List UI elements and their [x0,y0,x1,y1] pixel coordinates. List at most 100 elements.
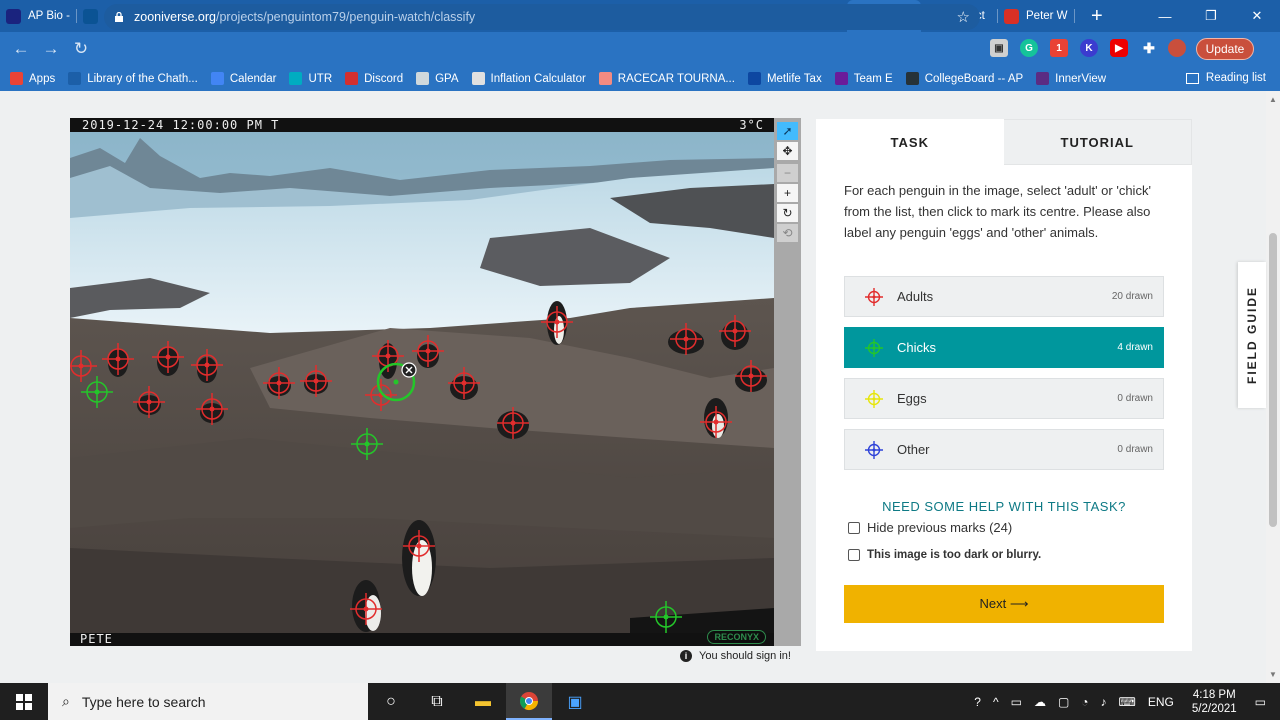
field-guide-tab[interactable]: FIELD GUIDE [1238,262,1266,408]
wifi-icon[interactable]: ◔ [1081,695,1088,709]
bookmark-item[interactable]: InnerView [1036,72,1106,85]
camera-info-strip: 2019-12-24 12:00:00 PM T 3°C [70,118,774,132]
scroll-down-icon[interactable]: ▼ [1269,670,1277,679]
tool-option-adults[interactable]: Adults 20 drawn [844,276,1164,317]
checkbox-box[interactable] [848,549,860,561]
bookmark-item[interactable]: Team E [834,72,893,85]
scroll-up-icon[interactable]: ▲ [1269,95,1277,104]
page-scrollbar[interactable]: ▲ ▼ [1266,91,1280,683]
reset-icon[interactable]: ⟲ [777,224,798,242]
task-panel: TASK TUTORIAL For each penguin in the im… [816,119,1192,651]
close-icon[interactable]: ✕ [1234,0,1280,32]
keyboard-icon[interactable]: ⌨ [1119,695,1136,709]
taskbar-search-input[interactable]: ⌕ Type here to search [48,683,368,720]
zoom-out-icon[interactable]: − [777,164,798,182]
bookmark-star-icon[interactable]: ☆ [957,8,970,26]
bookmark-item[interactable]: Discord [345,72,403,85]
tool-label: Eggs [897,391,927,406]
subject-image[interactable]: 2019-12-24 12:00:00 PM T 3°C PETE RECONY… [70,118,774,646]
windows-start-icon[interactable] [0,683,48,720]
clock-time: 4:18 PM [1192,688,1236,701]
reload-icon[interactable]: ↻ [66,39,96,59]
crosshair-icon [865,389,883,408]
tool-option-other[interactable]: Other 0 drawn [844,429,1164,470]
tab-task[interactable]: TASK [816,119,1004,165]
checkbox-box[interactable] [848,521,860,534]
zoom-in-icon[interactable]: + [777,184,798,202]
bookmark-item[interactable]: RACECAR TOURNA... [598,72,735,85]
task-view-icon[interactable]: ⧉ [414,683,460,720]
bookmark-item[interactable]: Library of the Chath... [68,72,198,85]
bookmark-favicon-icon [834,72,848,85]
url-path: /projects/penguintom79/penguin-watch/cla… [216,10,476,24]
pointer-tool-icon[interactable]: ➚ [777,122,798,140]
bookmark-item[interactable]: Metlife Tax [747,72,822,85]
help-icon[interactable]: ? [974,695,981,709]
tool-count: 4 drawn [1117,342,1153,353]
penguin-colony-photo[interactable] [70,118,774,646]
delete-mark-icon[interactable] [401,362,417,378]
youtube-icon[interactable]: ▶ [1110,39,1128,57]
scrollbar-thumb[interactable] [1269,233,1277,527]
tab-tutorial[interactable]: TUTORIAL [1003,119,1192,165]
bookmark-item[interactable]: GPA [416,72,459,85]
tab-label: Peter W [1026,10,1068,22]
display-icon[interactable]: ▢ [1058,695,1069,709]
profile-avatar[interactable] [1168,39,1186,57]
cloud-icon[interactable]: ☁ [1034,695,1046,709]
image-tools: ➚ ✥ − + ↻ ⟲ [774,118,801,646]
k-extension-icon[interactable]: K [1080,39,1098,57]
paw-icon [6,8,21,24]
bookmark-favicon-icon [1036,72,1050,85]
minimize-icon[interactable]: — [1142,0,1188,32]
grammarly-icon[interactable]: G [1020,39,1038,57]
extensions-icon[interactable]: ✚ [1140,39,1158,57]
sign-in-text: You should sign in! [699,650,791,662]
maximize-icon[interactable]: ❐ [1188,0,1234,32]
next-button[interactable]: Next ⟶ [844,585,1164,623]
extension-puzzle-icon[interactable]: ▣ [990,39,1008,57]
reading-list-button[interactable]: Reading list [1185,72,1266,84]
tool-option-eggs[interactable]: Eggs 0 drawn [844,378,1164,419]
extension-badge-icon[interactable]: 1 [1050,39,1068,57]
move-tool-icon[interactable]: ✥ [777,142,798,160]
bookmark-favicon-icon [905,72,919,85]
address-bar[interactable]: zooniverse.org/projects/penguintom79/pen… [104,4,980,30]
language-indicator[interactable]: ENG [1148,695,1174,709]
bookmark-label: Calendar [229,72,277,85]
new-tab-icon[interactable]: + [1091,5,1103,28]
battery-icon[interactable]: ▭ [1011,695,1022,709]
bookmark-item[interactable]: Calendar [210,72,277,85]
update-button[interactable]: Update [1196,38,1254,60]
hide-marks-checkbox[interactable]: Hide previous marks (24) [848,520,1012,535]
reading-list-label: Reading list [1205,72,1266,84]
volume-icon[interactable]: ♪ [1101,695,1107,709]
notifications-icon[interactable]: ▭ [1255,695,1266,709]
bookmark-favicon-icon [416,72,430,85]
bookmark-label: UTR [308,72,333,85]
system-tray: ? ^ ▭ ☁ ▢ ◔ ♪ ⌨ ENG 4:18 PM 5/2/2021 ▭ [968,683,1280,720]
lock-icon [115,12,123,22]
chrome-icon[interactable] [506,683,552,720]
need-help-link[interactable]: NEED SOME HELP WITH THIS TASK? [844,499,1164,514]
taskbar-clock[interactable]: 4:18 PM 5/2/2021 [1192,688,1237,716]
back-arrow-icon[interactable]: ← [6,39,36,59]
browser-tab[interactable]: Peter W [998,0,1075,32]
too-dark-label: This image is too dark or blurry. [867,549,1042,561]
crosshair-icon [865,287,883,306]
browser-tab[interactable]: AP Bio - [0,0,77,32]
file-explorer-icon[interactable]: ▬ [460,683,506,720]
cortana-icon[interactable]: ○ [368,683,414,720]
forward-arrow-icon[interactable]: → [36,39,66,59]
bookmark-item[interactable]: Apps [10,72,55,85]
bookmark-item[interactable]: CollegeBoard -- AP [905,72,1023,85]
rotate-icon[interactable]: ↻ [777,204,798,222]
tool-option-chicks[interactable]: Chicks 4 drawn [844,327,1164,368]
bookmark-item[interactable]: Inflation Calculator [471,72,586,85]
chevron-up-icon[interactable]: ^ [993,695,999,709]
tool-label: Adults [897,289,934,304]
too-dark-checkbox[interactable]: This image is too dark or blurry. [848,549,1041,561]
hide-marks-label: Hide previous marks (24) [867,520,1013,535]
photos-icon[interactable]: ▣ [552,683,598,720]
bookmark-item[interactable]: UTR [289,72,332,85]
